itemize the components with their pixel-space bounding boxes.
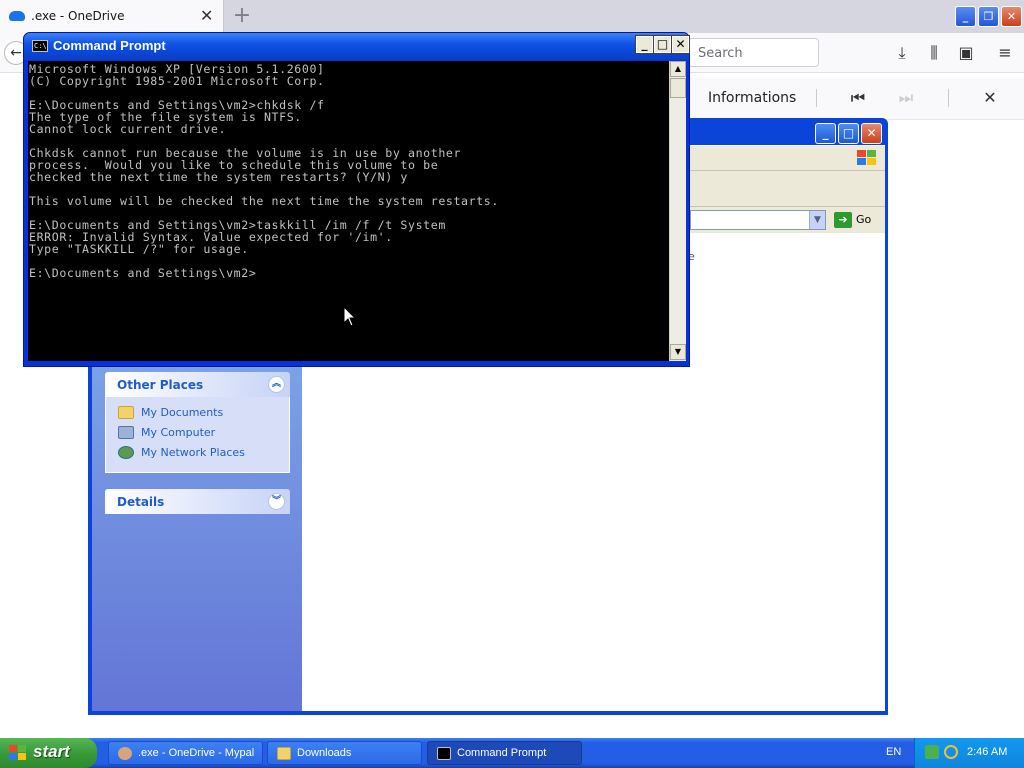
browser-restore-button[interactable]: ❐	[978, 6, 999, 27]
close-panel-icon[interactable]: ✕	[980, 88, 1000, 108]
cmd-output-line: E:\Documents and Settings\vm2>	[29, 266, 257, 280]
explorer-minimize-button[interactable]: _	[815, 123, 836, 144]
cmd-maximize-button[interactable]: □	[653, 35, 672, 54]
place-label: My Network Places	[141, 446, 245, 459]
browser-tab-strip: .exe - OneDrive ✕ + _ ❐ ✕	[0, 0, 1024, 33]
other-places-header[interactable]: Other Places ︽	[105, 372, 290, 397]
cmd-output-line: This volume will be checked the next tim…	[29, 194, 499, 208]
tray-search-icon[interactable]	[944, 745, 958, 759]
start-label: start	[33, 742, 70, 761]
info-sidebar-header: Informations ⏮ ⏭ ✕	[688, 78, 1024, 120]
download-icon[interactable]: ⤓	[892, 43, 912, 63]
sidebar-icon[interactable]: ▣	[956, 43, 976, 63]
place-label: My Documents	[141, 406, 224, 419]
cmd-output-line: Type "TASKKILL /?" for usage.	[29, 242, 249, 256]
details-header[interactable]: Details ︾	[105, 489, 290, 514]
tab-close-icon[interactable]: ✕	[200, 6, 216, 26]
next-page-icon: ⏭	[898, 88, 914, 107]
first-page-icon[interactable]: ⏮	[848, 88, 868, 108]
taskbar-item-label: .exe - OneDrive - Mypal	[138, 747, 255, 759]
place-label: My Computer	[141, 426, 216, 439]
explorer-close-button[interactable]: ✕	[861, 123, 882, 144]
cmd-output-line: checked the next time the system restart…	[29, 170, 409, 184]
details-title: Details	[117, 495, 165, 509]
scroll-thumb[interactable]	[670, 78, 686, 98]
info-label: Informations	[708, 90, 797, 106]
taskbar-item-label: Downloads	[297, 747, 352, 759]
cmd-output-line: Cannot lock current drive.	[29, 122, 227, 136]
taskbar-item-label: Command Prompt	[457, 747, 547, 759]
tray-network-icon[interactable]	[925, 745, 939, 759]
browser-tab[interactable]: .exe - OneDrive ✕	[0, 0, 224, 33]
cmd-icon: C:\	[32, 40, 48, 52]
scroll-up-icon[interactable]: ▲	[670, 61, 686, 77]
folder-icon	[118, 406, 134, 419]
separator	[816, 89, 817, 107]
cmd-scrollbar[interactable]: ▲ ▼	[669, 61, 686, 361]
cmd-minimize-button[interactable]: _	[635, 35, 654, 54]
cmd-title-bar[interactable]: C:\ Command Prompt _ □ ✕	[24, 33, 690, 60]
scroll-down-icon[interactable]: ▼	[670, 344, 686, 360]
start-button[interactable]: start	[0, 738, 97, 768]
collapse-chevron-icon[interactable]: ︽	[268, 376, 285, 393]
onedrive-cloud-icon	[9, 11, 25, 21]
mouse-cursor-icon	[343, 306, 357, 327]
taskbar-item-command-prompt[interactable]: Command Prompt	[427, 741, 582, 765]
cmd-title: Command Prompt	[53, 38, 166, 53]
cmd-close-button[interactable]: ✕	[671, 35, 690, 54]
clock: 2:46 AM	[967, 746, 1008, 758]
windows-logo-icon	[855, 148, 877, 166]
separator	[948, 89, 949, 107]
folder-icon	[277, 747, 291, 760]
cmd-icon	[437, 747, 451, 760]
go-button[interactable]: Go	[856, 213, 871, 226]
taskbar: start .exe - OneDrive - Mypal Downloads …	[0, 738, 1024, 768]
language-indicator[interactable]: EN	[886, 746, 901, 758]
browser-close-button[interactable]: ✕	[1001, 6, 1022, 27]
library-icon[interactable]: ⫼	[924, 43, 944, 63]
other-places-panel: My Documents My Computer My Network Plac…	[105, 397, 290, 473]
search-placeholder: Search	[698, 46, 743, 61]
menu-icon[interactable]: ≡	[995, 43, 1015, 63]
windows-logo-icon	[9, 745, 27, 761]
address-input[interactable]	[690, 210, 826, 230]
other-places-title: Other Places	[117, 378, 204, 392]
explorer-toolbar	[690, 171, 885, 207]
address-bar: ▼ ➜ Go	[690, 207, 885, 233]
search-input[interactable]: Search	[688, 38, 819, 67]
system-tray: 2:46 AM	[914, 738, 1024, 768]
browser-tab-title: .exe - OneDrive	[31, 9, 125, 23]
explorer-maximize-button[interactable]: □	[838, 123, 859, 144]
mypal-icon	[118, 747, 132, 760]
cmd-output-line: (C) Copyright 1985-2001 Microsoft Corp.	[29, 74, 325, 88]
taskbar-item-downloads[interactable]: Downloads	[267, 741, 422, 765]
computer-icon	[118, 426, 134, 439]
taskbar-item-mypal[interactable]: .exe - OneDrive - Mypal	[108, 741, 263, 765]
go-arrow-icon[interactable]: ➜	[834, 212, 852, 228]
new-tab-button[interactable]: +	[230, 3, 254, 29]
network-icon	[118, 446, 134, 459]
expand-chevron-icon[interactable]: ︾	[268, 493, 285, 510]
browser-minimize-button[interactable]: _	[955, 6, 976, 27]
chevron-down-icon[interactable]: ▼	[809, 211, 825, 229]
